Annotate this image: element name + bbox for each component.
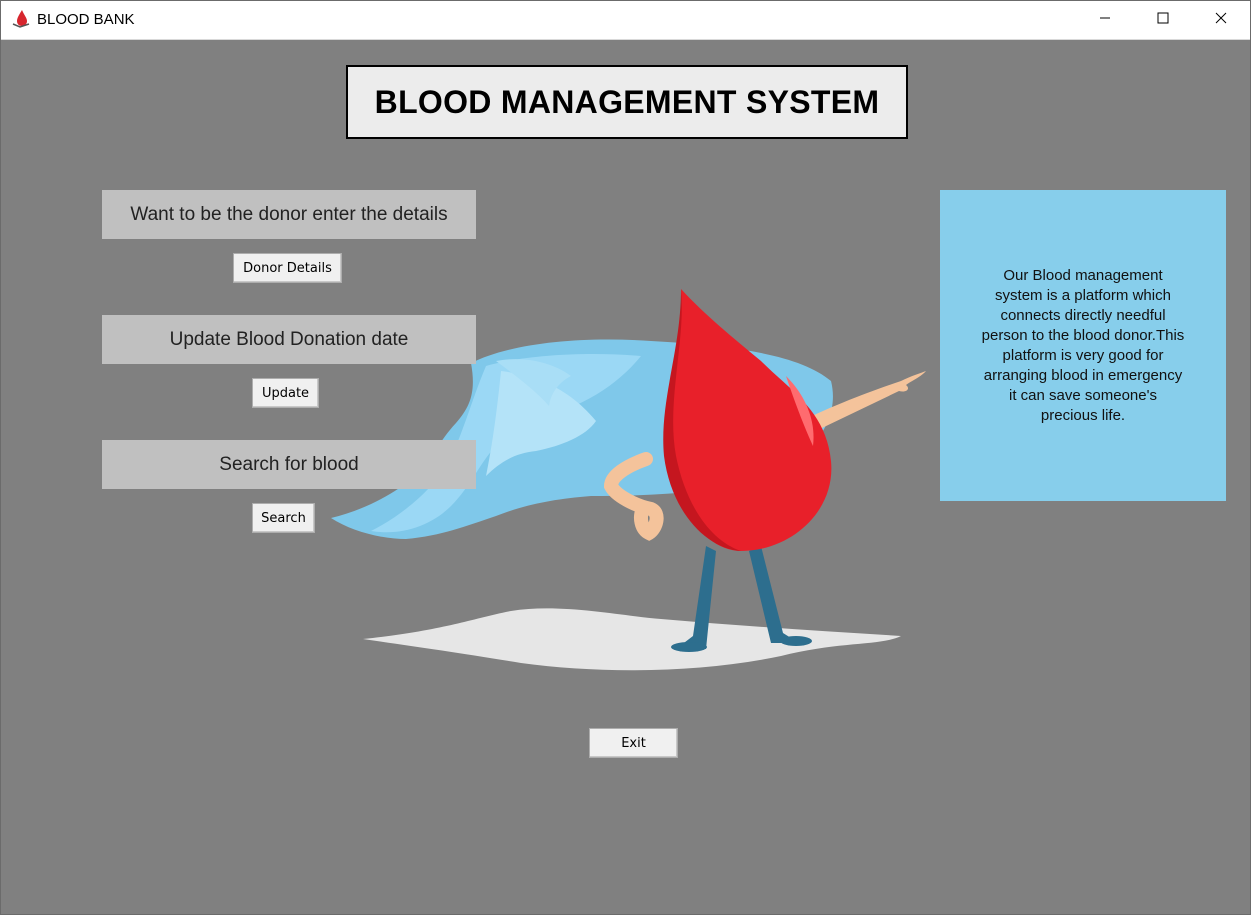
title-bar[interactable]: BLOOD BANK <box>1 1 1250 40</box>
search-button[interactable]: Search <box>252 503 315 533</box>
page-title: BLOOD MANAGEMENT SYSTEM <box>346 65 908 139</box>
donor-details-button[interactable]: Donor Details <box>233 253 342 283</box>
close-button[interactable] <box>1192 1 1250 39</box>
app-window: BLOOD BANK BLOOD MANAGEMENT SYSTEM Want … <box>0 0 1251 915</box>
minimize-icon <box>1099 11 1111 29</box>
minimize-button[interactable] <box>1076 1 1134 39</box>
blood-drop-icon <box>11 9 31 29</box>
info-text: Our Blood management system is a platfor… <box>981 266 1185 424</box>
donor-section-label: Want to be the donor enter the details <box>102 190 476 239</box>
exit-button[interactable]: Exit <box>589 728 678 758</box>
update-section-label: Update Blood Donation date <box>102 315 476 364</box>
maximize-icon <box>1157 11 1169 29</box>
info-panel: Our Blood management system is a platfor… <box>940 190 1226 501</box>
update-button[interactable]: Update <box>252 378 319 408</box>
maximize-button[interactable] <box>1134 1 1192 39</box>
close-icon <box>1215 11 1227 29</box>
window-title: BLOOD BANK <box>37 11 135 28</box>
search-section-label: Search for blood <box>102 440 476 489</box>
